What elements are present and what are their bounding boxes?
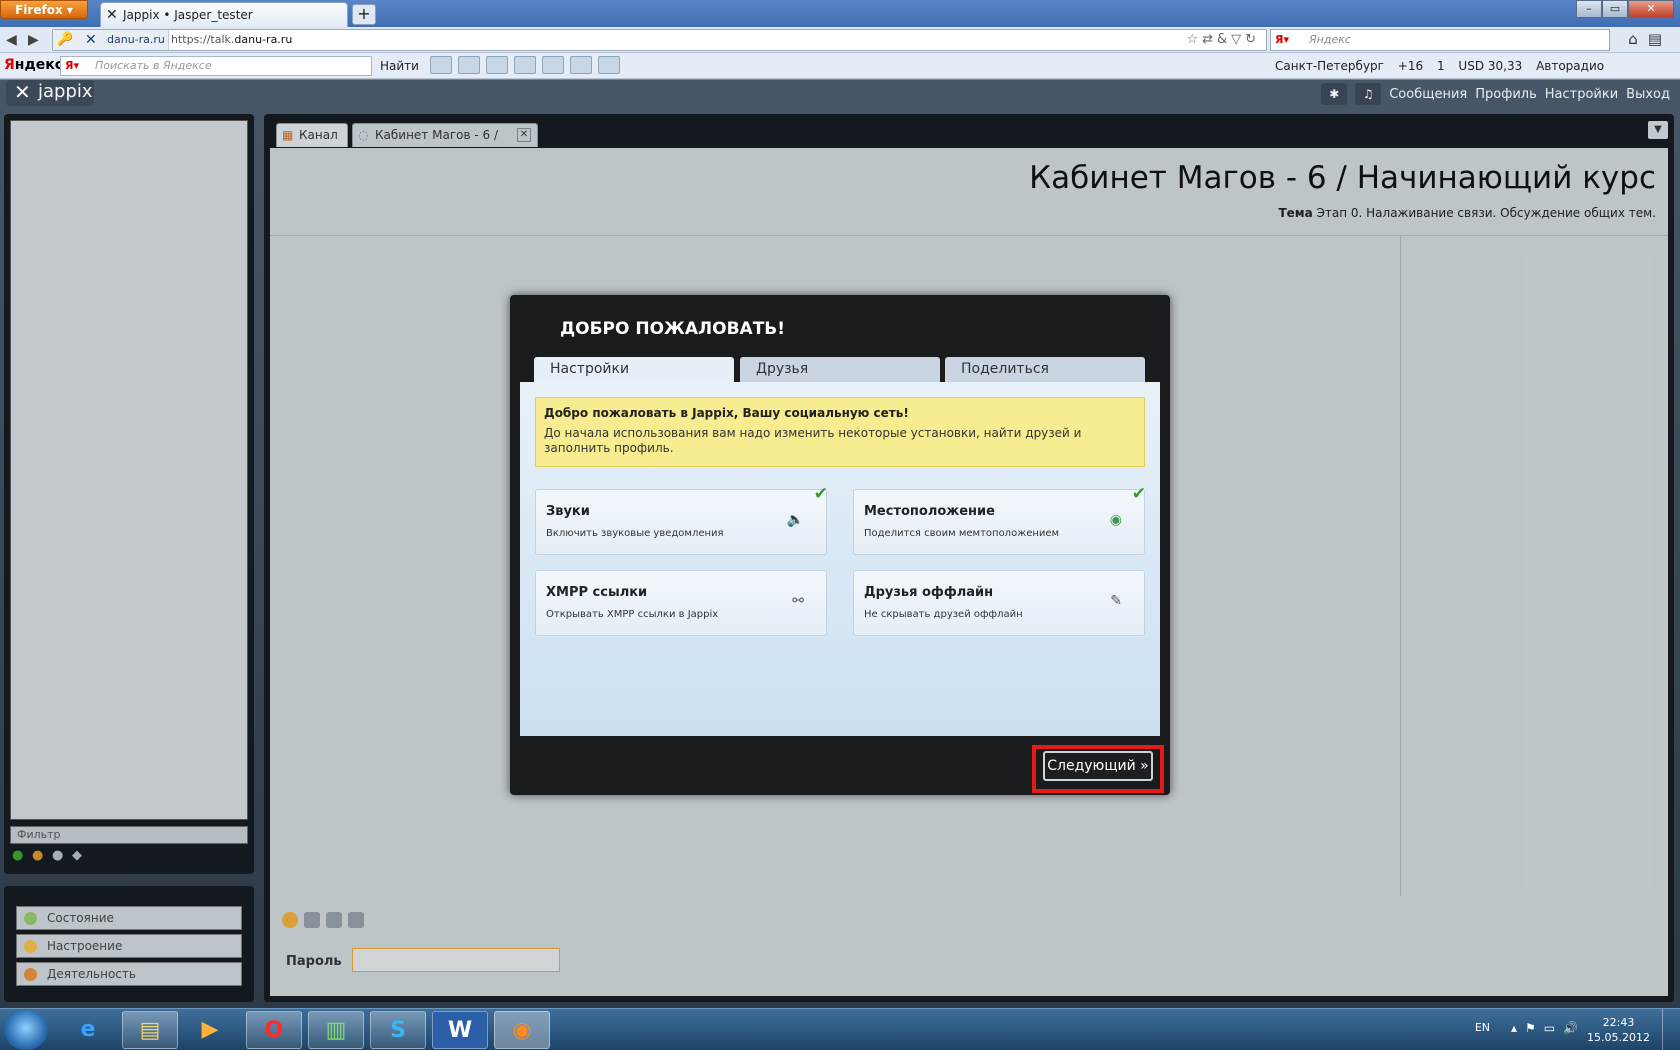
welcome-notice: Добро пожаловать в Jappix, Вашу социальн…	[535, 397, 1145, 467]
app-chart-icon[interactable]: ▥	[308, 1011, 364, 1049]
title-bar: Firefox ▾ ✕ Jappix • Jasper_tester + – ▭…	[0, 0, 1680, 27]
tray-icons[interactable]: ▴⚑▭🔊	[1511, 1021, 1586, 1035]
firefox-icon[interactable]: ◉	[494, 1011, 550, 1049]
next-button[interactable]: Следующий »	[1043, 751, 1153, 781]
bell-icon[interactable]	[486, 56, 508, 74]
paperclip-icon: ✎	[1110, 593, 1122, 609]
welcome-modal: ДОБРО ПОЖАЛОВАТЬ! Настройки Друзья Подел…	[510, 295, 1170, 795]
yandex-toolbar: Яндекс ▾ Я▾ Поискать в Яндексе Найти Сан…	[0, 53, 1680, 79]
firefox-menu-button[interactable]: Firefox ▾	[0, 0, 88, 19]
system-tray: EN ▴⚑▭🔊 22:43 15.05.2012	[1376, 1009, 1676, 1050]
jappix-favicon-icon: ✕	[106, 7, 118, 23]
mail-count[interactable]: 1	[1437, 59, 1445, 73]
show-desktop-button[interactable]	[1662, 1009, 1676, 1050]
internet-explorer-icon[interactable]: e	[60, 1011, 116, 1049]
new-tab-button[interactable]: +	[352, 4, 376, 25]
shield-icon[interactable]	[570, 56, 592, 74]
clock[interactable]: 22:43 15.05.2012	[1587, 1015, 1650, 1045]
minimize-icon[interactable]: –	[1576, 0, 1602, 18]
radio-label[interactable]: Авторадио	[1536, 59, 1604, 73]
yandex-icon: Я▾	[65, 59, 79, 72]
skype-icon[interactable]: S	[370, 1011, 426, 1049]
chat-bubble-icon[interactable]	[542, 56, 564, 74]
window-controls: – ▭ ✕	[1576, 0, 1674, 18]
yandex-tool-icons	[430, 56, 620, 74]
modal-title: ДОБРО ПОЖАЛОВАТЬ!	[560, 319, 786, 339]
browser-tab-jappix[interactable]: ✕ Jappix • Jasper_tester	[100, 2, 348, 27]
word-icon[interactable]: W	[432, 1011, 488, 1049]
checkmark-icon: ✔	[813, 484, 828, 504]
browser-search-box[interactable]: Я▾ Яндекс	[1270, 29, 1610, 51]
option-location[interactable]: Местоположение Поделится своим мемтополо…	[853, 484, 1146, 555]
start-button[interactable]	[4, 1010, 48, 1050]
speaker-icon: 🔈	[786, 512, 804, 528]
currency-label[interactable]: USD 30,33	[1458, 59, 1522, 73]
taskbar: e ▤ ▶ O ▥ S W ◉ EN ▴⚑▭🔊 22:43 15.05.2012	[0, 1008, 1680, 1050]
back-icon[interactable]: ◀	[6, 32, 17, 48]
yandex-informers: Санкт-Петербург +16 1 USD 30,33 Авторади…	[1275, 59, 1614, 73]
yandex-search-engine-icon[interactable]: Я▾	[1275, 30, 1289, 50]
language-indicator[interactable]: EN	[1475, 1021, 1490, 1034]
modal-content: Добро пожаловать в Jappix, Вашу социальн…	[520, 382, 1160, 736]
url-bar[interactable]: 🔑 ✕ danu-ra.ru https://talk.danu-ra.ru ☆…	[52, 29, 1267, 51]
home-icon[interactable]: ⌂▤	[1628, 30, 1672, 48]
yandex-search-input[interactable]: Я▾ Поискать в Яндексе	[60, 56, 372, 76]
forward-icon[interactable]: ▶	[28, 32, 39, 48]
close-icon[interactable]: ✕	[1628, 0, 1674, 18]
bookmarks-icon[interactable]	[430, 56, 452, 74]
explorer-folder-icon[interactable]: ▤	[122, 1011, 178, 1049]
welcome-text: До начала использования вам надо изменит…	[544, 426, 1082, 455]
weather-label[interactable]: +16	[1398, 59, 1423, 73]
yandex-find-button[interactable]: Найти	[380, 59, 419, 73]
option-sounds[interactable]: Звуки Включить звуковые уведомления 🔈 ✔	[535, 484, 828, 555]
tab-settings[interactable]: Настройки	[534, 357, 734, 383]
jappix-site-icon: ✕	[85, 32, 97, 48]
option-offline-friends[interactable]: Друзья оффлайн Не скрывать друзей оффлай…	[853, 570, 1145, 636]
city-label[interactable]: Санкт-Петербург	[1275, 59, 1384, 73]
opera-icon[interactable]: O	[246, 1011, 302, 1049]
globe-icon: ◉	[1109, 512, 1122, 528]
url-text[interactable]: https://talk.danu-ra.ru	[171, 30, 292, 50]
mail-icon[interactable]	[458, 56, 480, 74]
maximize-icon[interactable]: ▭	[1602, 0, 1628, 18]
tab-share[interactable]: Поделиться	[945, 357, 1145, 382]
media-player-icon[interactable]: ▶	[182, 1011, 238, 1049]
welcome-heading: Добро пожаловать в Jappix, Вашу социальн…	[544, 406, 909, 420]
link-icon: ⚯	[792, 593, 804, 609]
url-bar-icons[interactable]: ☆⇄&▽↻	[1186, 32, 1260, 47]
checkmark-icon: ✔	[1131, 484, 1146, 504]
tab-friends[interactable]: Друзья	[740, 357, 940, 382]
settings-gear-icon[interactable]	[598, 56, 620, 74]
key-icon: 🔑	[57, 32, 74, 47]
browser-tab-title: Jappix • Jasper_tester	[123, 8, 253, 22]
navigation-bar: ◀ ▶ 🔑 ✕ danu-ra.ru https://talk.danu-ra.…	[0, 27, 1680, 53]
site-identity-button[interactable]: 🔑 ✕ danu-ra.ru	[53, 30, 169, 50]
translate-icon[interactable]	[514, 56, 536, 74]
option-xmpp-links[interactable]: XMPP ссылки Открывать XMPP ссылки в Japp…	[535, 570, 827, 636]
